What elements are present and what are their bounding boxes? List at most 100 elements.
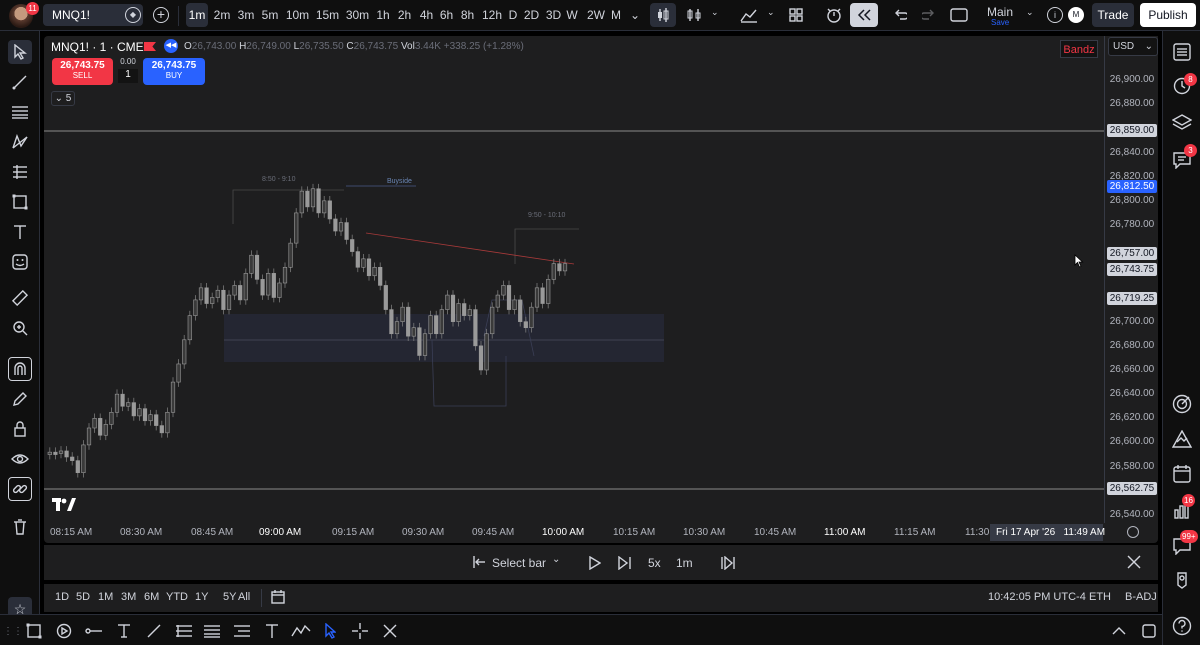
- interval-30m[interactable]: 30m: [344, 3, 371, 27]
- interval-d[interactable]: D: [506, 3, 520, 27]
- clock-timezone[interactable]: 10:42:05 PM UTC-4: [988, 591, 1086, 603]
- range-5y[interactable]: 5Y: [223, 591, 236, 603]
- candlestick-series[interactable]: [44, 36, 1104, 523]
- fullscreen-rect-icon[interactable]: [950, 8, 968, 22]
- target-icon[interactable]: [1170, 392, 1194, 416]
- chart-pane[interactable]: MNQ1! · 1 · CME ◀◀ O26,743.00 H26,749.00…: [44, 36, 1158, 543]
- interval-1m[interactable]: 1m: [186, 3, 208, 27]
- trash-icon[interactable]: [8, 515, 32, 539]
- interval-2d[interactable]: 2D: [522, 3, 541, 27]
- currency-select[interactable]: USD ⌄: [1108, 37, 1158, 56]
- link-icon[interactable]: [8, 477, 32, 501]
- drag-handle-icon[interactable]: ⋮⋮: [2, 620, 24, 642]
- interval-5m[interactable]: 5m: [259, 3, 281, 27]
- redo-icon[interactable]: [922, 8, 936, 22]
- indicators-collapse[interactable]: ⌄ 5: [51, 91, 75, 106]
- lock-icon[interactable]: [8, 417, 32, 441]
- pencil-lock-icon[interactable]: [8, 387, 32, 411]
- quantity-field[interactable]: 1: [118, 69, 138, 83]
- scale-settings-icon[interactable]: [1127, 526, 1139, 538]
- help-icon[interactable]: [1170, 614, 1194, 638]
- object-tree-icon[interactable]: [1170, 111, 1194, 135]
- range-3m[interactable]: 3M: [121, 591, 136, 603]
- alert-clock-icon[interactable]: [825, 6, 843, 24]
- replay-speed[interactable]: 5x: [648, 556, 661, 570]
- rectangle-icon[interactable]: [8, 190, 32, 214]
- undo-icon[interactable]: [893, 8, 907, 22]
- interval-2w[interactable]: 2W: [585, 3, 607, 27]
- buy-button[interactable]: 26,743.75 BUY: [143, 58, 205, 85]
- trendline-tool-icon[interactable]: [143, 620, 165, 642]
- cursor-tool-icon[interactable]: [319, 620, 341, 642]
- parallel-lines-icon[interactable]: [201, 620, 223, 642]
- sell-button[interactable]: 26,743.75 SELL: [52, 58, 113, 85]
- fib-extension-icon[interactable]: [231, 620, 253, 642]
- interval-15m[interactable]: 15m: [314, 3, 341, 27]
- x-brand-icon[interactable]: [379, 620, 401, 642]
- magnet-icon[interactable]: [8, 357, 32, 381]
- replay-circle-icon[interactable]: [53, 620, 75, 642]
- range-1m[interactable]: 1M: [98, 591, 113, 603]
- annotation-buyside[interactable]: Buyside: [387, 178, 412, 185]
- fib-lines-icon[interactable]: [8, 100, 32, 124]
- info-icon[interactable]: i: [1047, 7, 1063, 23]
- range-1y[interactable]: 1Y: [195, 591, 208, 603]
- interval-4h[interactable]: 4h: [417, 3, 436, 27]
- cursor-arrow-icon[interactable]: [8, 40, 32, 64]
- trendline-icon[interactable]: [8, 70, 32, 94]
- select-bar-chevron-icon[interactable]: ⌄: [552, 554, 560, 565]
- watchlist-icon[interactable]: [1170, 40, 1194, 64]
- ideas-triangle-icon[interactable]: [1170, 427, 1194, 451]
- range-5d[interactable]: 5D: [76, 591, 90, 603]
- interval-3d[interactable]: 3D: [544, 3, 563, 27]
- layout-grid-icon[interactable]: [789, 8, 803, 22]
- ruler-icon[interactable]: [8, 286, 32, 310]
- replay-rewind-icon[interactable]: [850, 3, 878, 27]
- interval-m[interactable]: M: [609, 3, 623, 27]
- interval-3m[interactable]: 3m: [235, 3, 257, 27]
- forecast-icon[interactable]: [8, 160, 32, 184]
- bar-style-icon[interactable]: [686, 7, 702, 23]
- bandz-indicator-tag[interactable]: Bandz: [1060, 40, 1098, 58]
- hotlist-icon[interactable]: [1170, 568, 1194, 592]
- text-t-icon[interactable]: [261, 620, 283, 642]
- maximize-icon[interactable]: [1138, 620, 1160, 642]
- emoji-icon[interactable]: [8, 250, 32, 274]
- text-tool-icon[interactable]: [113, 620, 135, 642]
- annotation-range2[interactable]: 9:50 - 10:10: [528, 212, 565, 219]
- account-avatar[interactable]: M: [1068, 7, 1084, 23]
- chart-type-candles-icon[interactable]: [650, 3, 676, 27]
- text-icon[interactable]: [8, 220, 32, 244]
- symbol-diamond-icon[interactable]: ◆: [125, 7, 141, 23]
- jump-to-realtime-icon[interactable]: [720, 556, 736, 570]
- annotation-range1[interactable]: 8:50 - 9:10: [262, 176, 295, 183]
- interval-10m[interactable]: 10m: [284, 3, 311, 27]
- interval-w[interactable]: W: [565, 3, 579, 27]
- indicators-icon[interactable]: [740, 7, 758, 23]
- play-icon[interactable]: [589, 556, 601, 570]
- fib-tool-icon[interactable]: [173, 620, 195, 642]
- layout-name[interactable]: Main: [987, 5, 1013, 19]
- horizontal-ray-icon[interactable]: [83, 620, 105, 642]
- collapse-chevron-up-icon[interactable]: [1108, 620, 1130, 642]
- interval-12h[interactable]: 12h: [480, 3, 504, 27]
- interval-8h[interactable]: 8h: [458, 3, 477, 27]
- rectangle-tool-icon[interactable]: [23, 620, 45, 642]
- close-replay-icon[interactable]: [1127, 555, 1141, 569]
- bar-style-chevron-icon[interactable]: ⌄: [711, 7, 719, 18]
- compare-plus-icon[interactable]: +: [153, 7, 169, 23]
- publish-button[interactable]: Publish: [1140, 3, 1196, 27]
- interval-6h[interactable]: 6h: [437, 3, 456, 27]
- path-tool-icon[interactable]: [290, 620, 312, 642]
- eye-icon[interactable]: [8, 447, 32, 471]
- interval-2h[interactable]: 2h: [395, 3, 414, 27]
- trade-button[interactable]: Trade: [1092, 3, 1134, 27]
- symbol-search[interactable]: MNQ1! ◆: [43, 4, 143, 26]
- goto-date-icon[interactable]: [271, 590, 285, 604]
- range-6m[interactable]: 6M: [144, 591, 159, 603]
- range-1d[interactable]: 1D: [55, 591, 69, 603]
- replay-interval[interactable]: 1m: [676, 556, 693, 570]
- zoom-icon[interactable]: [8, 316, 32, 340]
- range-all[interactable]: All: [238, 591, 250, 603]
- session-toggle[interactable]: ETH: [1089, 591, 1111, 603]
